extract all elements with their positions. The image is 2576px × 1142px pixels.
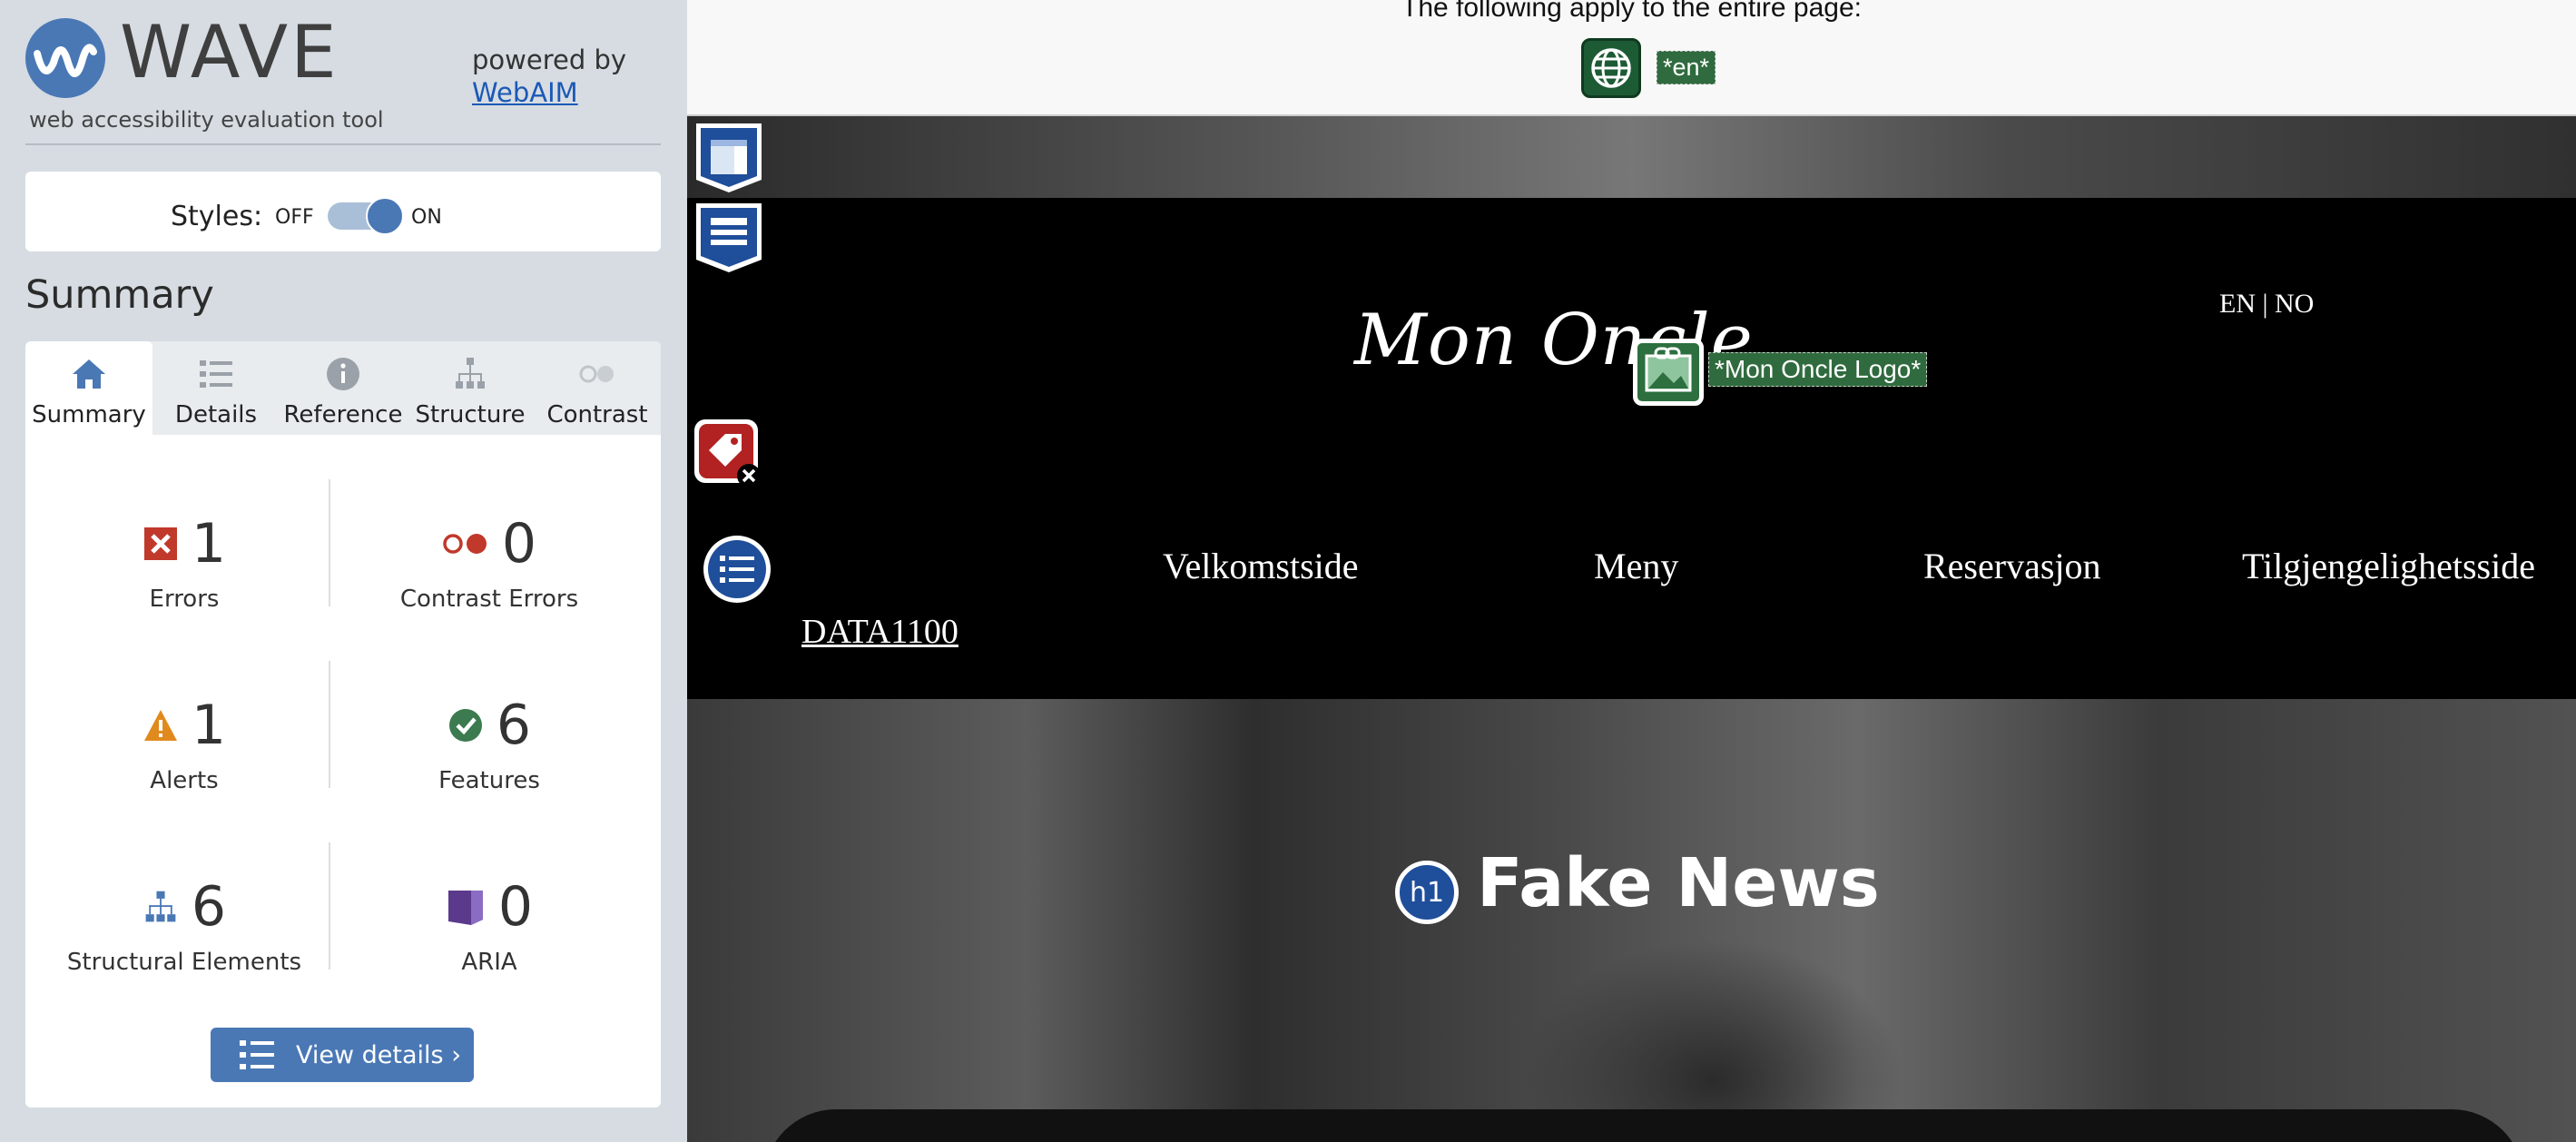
nav-link-reservasjon[interactable]: Reservasjon bbox=[1923, 545, 2101, 587]
hierarchy-icon bbox=[456, 358, 485, 389]
checkmark-icon bbox=[448, 709, 482, 742]
language-globe-icon[interactable] bbox=[1581, 38, 1641, 98]
image-link-icon bbox=[1645, 347, 1692, 392]
region-icon[interactable] bbox=[691, 120, 767, 196]
view-details-label: View details › bbox=[296, 1040, 461, 1069]
nav-link-data1100[interactable]: DATA1100 bbox=[801, 612, 959, 652]
language-tag: *en* bbox=[1657, 51, 1716, 84]
wave-sidebar: WAVE web accessibility evaluation tool p… bbox=[0, 0, 687, 1142]
hero-section: h1 Fake News bbox=[687, 699, 2576, 1142]
tab-contrast[interactable]: Contrast bbox=[534, 341, 661, 435]
nav-link-velkomstside[interactable]: Velkomstside bbox=[1163, 545, 1359, 587]
error-x-icon bbox=[143, 527, 177, 560]
stat-structural[interactable]: 6 Structural Elements bbox=[39, 871, 329, 1034]
aria-icon bbox=[447, 891, 483, 925]
stat-features[interactable]: 6 Features bbox=[344, 689, 634, 852]
structural-label: Structural Elements bbox=[66, 949, 302, 976]
tab-label: Summary bbox=[32, 401, 146, 428]
summary-heading: Summary bbox=[25, 272, 214, 318]
alerts-label: Alerts bbox=[150, 767, 219, 794]
home-icon bbox=[73, 359, 105, 389]
list-icon bbox=[200, 360, 232, 388]
header-landmark-icon[interactable] bbox=[691, 200, 767, 276]
powered-by: powered by WebAIM bbox=[472, 44, 626, 110]
structure-icon bbox=[145, 891, 176, 922]
page-preview: The following apply to the entire page: … bbox=[687, 0, 2576, 1142]
contrast-errors-count: 0 bbox=[501, 512, 537, 576]
aria-label: ARIA bbox=[461, 949, 517, 976]
tab-summary[interactable]: Summary bbox=[25, 341, 152, 435]
styles-on-label: ON bbox=[411, 206, 442, 229]
page-notice-bar: The following apply to the entire page: … bbox=[687, 0, 2576, 116]
contrast-icon bbox=[579, 365, 614, 383]
tab-details[interactable]: Details bbox=[152, 341, 280, 435]
tab-label: Contrast bbox=[546, 401, 648, 428]
tab-label: Reference bbox=[283, 401, 403, 428]
app-tagline: web accessibility evaluation tool bbox=[29, 107, 384, 133]
structural-count: 6 bbox=[191, 875, 227, 939]
nav-link-tilgjengelighetsside[interactable]: Tilgjengelighetsside bbox=[2242, 545, 2535, 587]
tab-label: Details bbox=[174, 401, 258, 428]
summary-panel: Summary Details Reference Structure Cont… bbox=[25, 341, 661, 1108]
contrast-errors-label: Contrast Errors bbox=[399, 586, 579, 613]
view-details-button[interactable]: View details › bbox=[211, 1028, 474, 1082]
nav-link-meny[interactable]: Meny bbox=[1594, 545, 1678, 587]
webaim-link[interactable]: WebAIM bbox=[472, 76, 626, 109]
banner-image-strip bbox=[687, 116, 2576, 198]
stat-alerts[interactable]: 1 Alerts bbox=[39, 689, 329, 852]
tab-structure[interactable]: Structure bbox=[407, 341, 534, 435]
stat-errors[interactable]: 1 Errors bbox=[39, 507, 329, 671]
logo-alt-text-tag: *Mon Oncle Logo* bbox=[1708, 352, 1928, 387]
globe-icon bbox=[1591, 48, 1631, 88]
divider bbox=[25, 143, 661, 145]
tab-bar: Summary Details Reference Structure Cont… bbox=[25, 341, 661, 435]
app-name: WAVE bbox=[120, 10, 339, 94]
alert-triangle-icon bbox=[143, 710, 177, 741]
aria-count: 0 bbox=[497, 875, 534, 939]
errors-count: 1 bbox=[191, 512, 227, 576]
site-header bbox=[687, 198, 2576, 699]
content-card-top bbox=[763, 1109, 2524, 1142]
powered-by-text: powered by bbox=[472, 44, 627, 75]
page-notice-text: The following apply to the entire page: bbox=[1401, 0, 1862, 23]
styles-toggle-box: Styles: OFF ON bbox=[25, 172, 661, 251]
toggle-knob[interactable] bbox=[366, 197, 404, 235]
tab-reference[interactable]: Reference bbox=[280, 341, 407, 435]
styles-label: Styles: bbox=[171, 201, 263, 232]
info-icon bbox=[327, 358, 359, 390]
hero-title: Fake News bbox=[1477, 844, 1880, 922]
stat-aria[interactable]: 0 ARIA bbox=[344, 871, 634, 1034]
linked-image-icon[interactable] bbox=[1633, 339, 1704, 406]
heading-h1-badge[interactable]: h1 bbox=[1395, 861, 1459, 924]
tab-label: Structure bbox=[415, 401, 526, 428]
alt-error-tag-icon[interactable] bbox=[691, 416, 767, 492]
list-icon bbox=[240, 1040, 274, 1069]
language-switcher[interactable]: EN | NO bbox=[2219, 289, 2314, 320]
alerts-count: 1 bbox=[191, 694, 227, 757]
stat-contrast-errors[interactable]: 0 Contrast Errors bbox=[344, 507, 634, 671]
styles-toggle-switch[interactable] bbox=[328, 197, 404, 235]
errors-label: Errors bbox=[149, 586, 220, 613]
features-label: Features bbox=[438, 767, 540, 794]
styles-off-label: OFF bbox=[275, 206, 314, 229]
contrast-error-icon bbox=[443, 534, 487, 554]
navigation-landmark-icon[interactable] bbox=[702, 534, 772, 605]
features-count: 6 bbox=[496, 694, 532, 757]
wave-logo-icon bbox=[25, 18, 105, 98]
